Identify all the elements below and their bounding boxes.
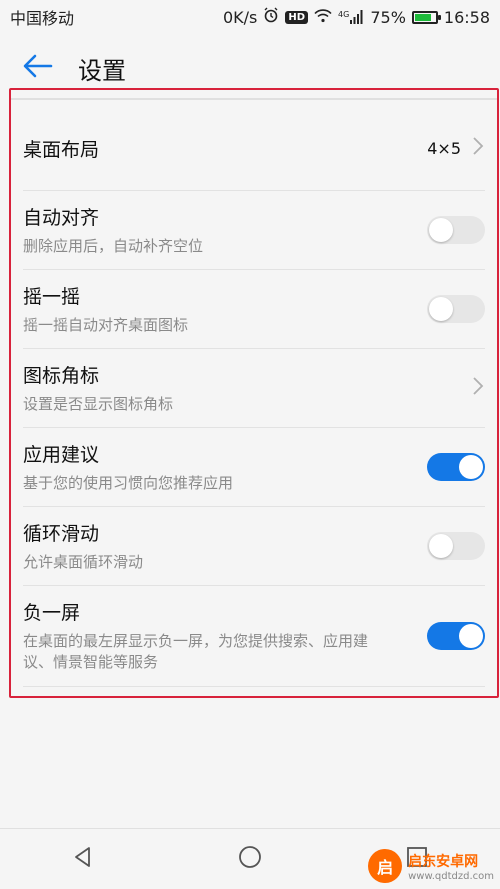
- setting-desktop-layout[interactable]: 桌面布局 4×5: [23, 106, 485, 191]
- minus-one-screen-toggle[interactable]: [427, 621, 485, 650]
- setting-text: 应用建议 基于您的使用习惯向您推荐应用: [23, 440, 233, 494]
- battery-icon: [411, 10, 441, 24]
- nav-back-button[interactable]: [53, 829, 113, 889]
- toggle-knob: [429, 296, 453, 321]
- setting-text: 循环滑动 允许桌面循环滑动: [23, 519, 143, 573]
- hd-badge: HD: [285, 10, 309, 24]
- carrier-label: 中国移动: [10, 9, 75, 28]
- setting-title: 桌面布局: [23, 138, 100, 161]
- setting-auto-align[interactable]: 自动对齐 删除应用后，自动补齐空位: [23, 190, 485, 270]
- app-suggestion-toggle[interactable]: [427, 452, 485, 481]
- setting-title: 自动对齐: [23, 206, 100, 229]
- setting-title: 摇一摇: [23, 285, 81, 308]
- watermark: 启 启东安卓网 www.qdtdzd.com: [368, 849, 494, 883]
- setting-loop-scroll[interactable]: 循环滑动 允许桌面循环滑动: [23, 506, 485, 586]
- net-speed: 0K/s: [222, 7, 258, 27]
- setting-subtitle: 基于您的使用习惯向您推荐应用: [23, 473, 234, 492]
- setting-text: 摇一摇 摇一摇自动对齐桌面图标: [23, 282, 188, 336]
- arrow-left-icon: [23, 54, 53, 82]
- signal-tag: 4G: [338, 10, 350, 19]
- setting-title: 循环滑动: [23, 522, 100, 545]
- setting-subtitle: 删除应用后，自动补齐空位: [23, 236, 204, 255]
- setting-text: 自动对齐 删除应用后，自动补齐空位: [23, 203, 203, 257]
- panel-top-divider: [11, 98, 497, 100]
- watermark-logo-icon: 启: [368, 849, 403, 883]
- page-title: 设置: [78, 56, 126, 85]
- setting-subtitle: 允许桌面循环滑动: [23, 552, 144, 571]
- status-icons: 0K/s HD 4G 75% 16:58: [223, 7, 500, 27]
- setting-shake[interactable]: 摇一摇 摇一摇自动对齐桌面图标: [23, 269, 485, 349]
- chevron-right-icon: [471, 135, 485, 161]
- setting-title: 负一屏: [23, 602, 81, 624]
- watermark-title: 启东安卓网: [408, 853, 479, 870]
- loop-scroll-toggle[interactable]: [427, 531, 485, 560]
- setting-text: 负一屏 在桌面的最左屏显示负一屏，为您提供搜索、应用建议、情景智能等服务: [23, 598, 393, 673]
- auto-align-toggle[interactable]: [427, 215, 485, 244]
- status-bar: 中国移动 0K/s HD 4G 75% 16:58: [0, 0, 500, 34]
- wifi-icon: [314, 8, 332, 27]
- watermark-url: www.qdtdzd.com: [408, 870, 494, 882]
- toggle-knob: [429, 533, 453, 558]
- nav-home-button[interactable]: [220, 829, 280, 889]
- system-nav-bar: 启 启东安卓网 www.qdtdzd.com: [0, 828, 500, 889]
- settings-panel: 桌面布局 4×5 自动对齐 删除应用后，自动补齐空位 摇一摇 摇一摇自动对齐桌面…: [9, 88, 499, 698]
- setting-value: 4×5: [427, 138, 461, 158]
- clock: 16:58: [443, 7, 490, 27]
- setting-subtitle: 摇一摇自动对齐桌面图标: [23, 315, 189, 334]
- signal-icon: 4G: [338, 10, 364, 24]
- setting-app-suggestion[interactable]: 应用建议 基于您的使用习惯向您推荐应用: [23, 427, 485, 507]
- setting-subtitle: 设置是否显示图标角标: [23, 394, 174, 413]
- setting-trailing: 4×5: [427, 135, 485, 161]
- setting-title: 应用建议: [23, 443, 100, 466]
- toggle-knob: [459, 454, 483, 479]
- toggle-knob: [459, 623, 483, 648]
- chevron-right-icon: [471, 375, 485, 401]
- watermark-text: 启东安卓网 www.qdtdzd.com: [408, 851, 494, 882]
- setting-subtitle: 在桌面的最左屏显示负一屏，为您提供搜索、应用建议、情景智能等服务: [23, 632, 369, 671]
- setting-text: 桌面布局: [23, 135, 99, 162]
- setting-minus-one-screen[interactable]: 负一屏 在桌面的最左屏显示负一屏，为您提供搜索、应用建议、情景智能等服务: [23, 585, 485, 687]
- shake-toggle[interactable]: [427, 294, 485, 323]
- toggle-knob: [429, 217, 453, 242]
- alarm-icon: [263, 7, 279, 27]
- battery-fill: [414, 13, 432, 21]
- battery-percent: 75%: [370, 7, 406, 27]
- circle-home-icon: [238, 845, 262, 873]
- setting-title: 图标角标: [23, 364, 100, 387]
- setting-icon-badge[interactable]: 图标角标 设置是否显示图标角标: [23, 348, 485, 428]
- setting-text: 图标角标 设置是否显示图标角标: [23, 361, 173, 415]
- triangle-back-icon: [72, 846, 94, 872]
